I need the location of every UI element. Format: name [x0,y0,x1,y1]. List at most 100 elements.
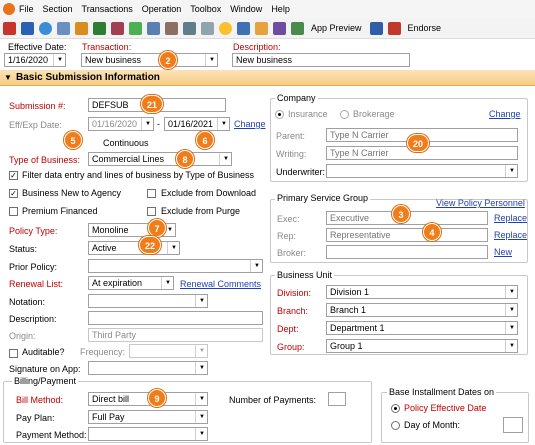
frequency-select[interactable]: ▼ [129,344,208,358]
app-preview-button[interactable]: App Preview [311,23,362,33]
signature-select[interactable]: ▼ [88,361,208,375]
menu-toolbox[interactable]: Toolbox [190,4,221,14]
origin-field: Third Party [88,328,263,342]
transaction-label: Transaction: [82,42,132,52]
type-business-select[interactable]: Commercial Lines ▼ [88,152,232,166]
section-title: Basic Submission Information [16,72,160,83]
menu-operation[interactable]: Operation [142,4,182,14]
branch-select[interactable]: Branch 1 ▼ [326,303,518,317]
description-label: Description: [233,42,281,52]
day-of-month-radio[interactable] [391,421,400,430]
tag-icon[interactable] [255,21,268,35]
underwriter-select[interactable]: ▼ [326,164,518,178]
division-select[interactable]: Division 1 ▼ [326,285,518,299]
insurance-radio[interactable] [275,110,284,119]
parent-label: Parent: [276,131,306,141]
app-preview-icon[interactable] [291,21,304,35]
status-label: Status: [9,244,38,254]
brokerage-radio[interactable] [340,110,349,119]
dept-select[interactable]: Department 1 ▼ [326,321,518,335]
menu-section[interactable]: Section [43,4,73,14]
rep-input[interactable] [326,228,488,242]
callout-badge: 8 [176,150,194,168]
save-icon[interactable] [21,21,34,35]
payment-method-select[interactable]: ▼ [88,427,208,441]
copy-icon[interactable] [273,21,286,35]
chevron-down-icon: ▼ [509,168,515,174]
day-of-month-input[interactable] [503,417,523,433]
frequency-label: Frequency: [80,347,126,357]
endorse-icon[interactable] [387,21,401,35]
broker-input[interactable] [326,245,488,259]
replace-exec-link[interactable]: Replace [494,213,527,223]
new-broker-link[interactable]: New [494,247,512,257]
bill-method-value: Direct bill [92,394,130,404]
policy-eff-date-radio[interactable] [391,404,400,413]
document-icon[interactable] [111,21,124,35]
renewal-comments-link[interactable]: Renewal Comments [180,279,261,289]
check-icon[interactable] [147,21,160,35]
type-business-value: Commercial Lines [92,154,165,164]
menu-transactions[interactable]: Transactions [82,4,133,14]
chevron-down-icon: ▼ [223,156,229,162]
prior-policy-select[interactable]: ▼ [88,259,263,273]
eff-exp-label: Eff/Exp Date: [9,120,62,130]
endorse-button[interactable]: Endorse [408,23,442,33]
description2-input[interactable] [88,311,263,325]
exp-date-picker[interactable]: 01/16/2021 ▼ [164,117,230,131]
bill-method-label: Bill Method: [16,395,64,405]
grid-icon[interactable] [129,21,142,35]
renewal-list-select[interactable]: At expiration ▼ [88,276,174,290]
prior-policy-label: Prior Policy: [9,262,58,272]
tools-icon[interactable] [165,21,178,35]
description-input[interactable]: New business [232,53,410,67]
stats-icon[interactable] [369,21,383,35]
menu-window[interactable]: Window [230,4,262,14]
status-select[interactable]: Active ▼ [88,241,180,255]
exclude-purge-checkbox[interactable] [147,207,156,216]
change-company-link[interactable]: Change [489,109,521,119]
book-icon[interactable] [93,21,106,35]
eff-date-picker[interactable]: 01/16/2020 ▼ [88,117,154,131]
branch-label: Branch: [277,306,309,316]
business-unit-title: Business Unit [275,270,335,280]
auditable-label: Auditable? [22,347,65,357]
auditable-checkbox[interactable] [9,349,18,358]
change-dates-link[interactable]: Change [234,119,266,129]
num-payments-input[interactable] [328,392,346,406]
new-agency-checkbox[interactable]: ✓ [9,189,18,198]
chevron-down-icon: ▼ [171,245,177,251]
premium-financed-label: Premium Financed [22,206,98,216]
view-personnel-link[interactable]: View Policy Personnel [436,198,525,208]
chevron-down-icon: ▼ [509,307,515,313]
pay-plan-select[interactable]: Full Pay ▼ [88,410,208,424]
insurance-label: Insurance [288,109,328,119]
callout-badge: 3 [392,205,410,223]
group-select[interactable]: Group 1 ▼ [326,339,518,353]
chevron-down-icon: ▼ [199,348,205,354]
transaction-select[interactable]: New business ▼ [81,53,218,67]
continuous-label: Continuous [103,138,149,148]
info-icon[interactable] [219,21,232,35]
effective-date-picker[interactable]: 1/16/2020 ▼ [4,53,66,67]
chart-icon[interactable] [237,21,250,35]
filter-checkbox[interactable]: ✓ [9,171,18,180]
callout-badge: 7 [148,219,166,237]
effective-date-value: 1/16/2020 [8,55,49,65]
undo-icon[interactable] [3,21,16,35]
page-icon[interactable] [201,21,214,35]
menu-file[interactable]: File [19,4,34,14]
rep-label: Rep: [277,231,297,241]
exclude-download-checkbox[interactable] [147,189,156,198]
home-icon[interactable] [75,21,88,35]
refresh-icon[interactable] [39,21,52,35]
chevron-down-icon: ▼ [509,289,515,295]
menu-help[interactable]: Help [271,4,290,14]
print-icon[interactable] [57,21,70,35]
notation-select[interactable]: ▼ [88,294,208,308]
section-header[interactable]: ▼ Basic Submission Information [0,70,535,86]
premium-financed-checkbox[interactable] [9,207,18,216]
callout-badge: 22 [139,236,162,254]
pencil-icon[interactable] [183,21,196,35]
replace-rep-link[interactable]: Replace [494,230,527,240]
